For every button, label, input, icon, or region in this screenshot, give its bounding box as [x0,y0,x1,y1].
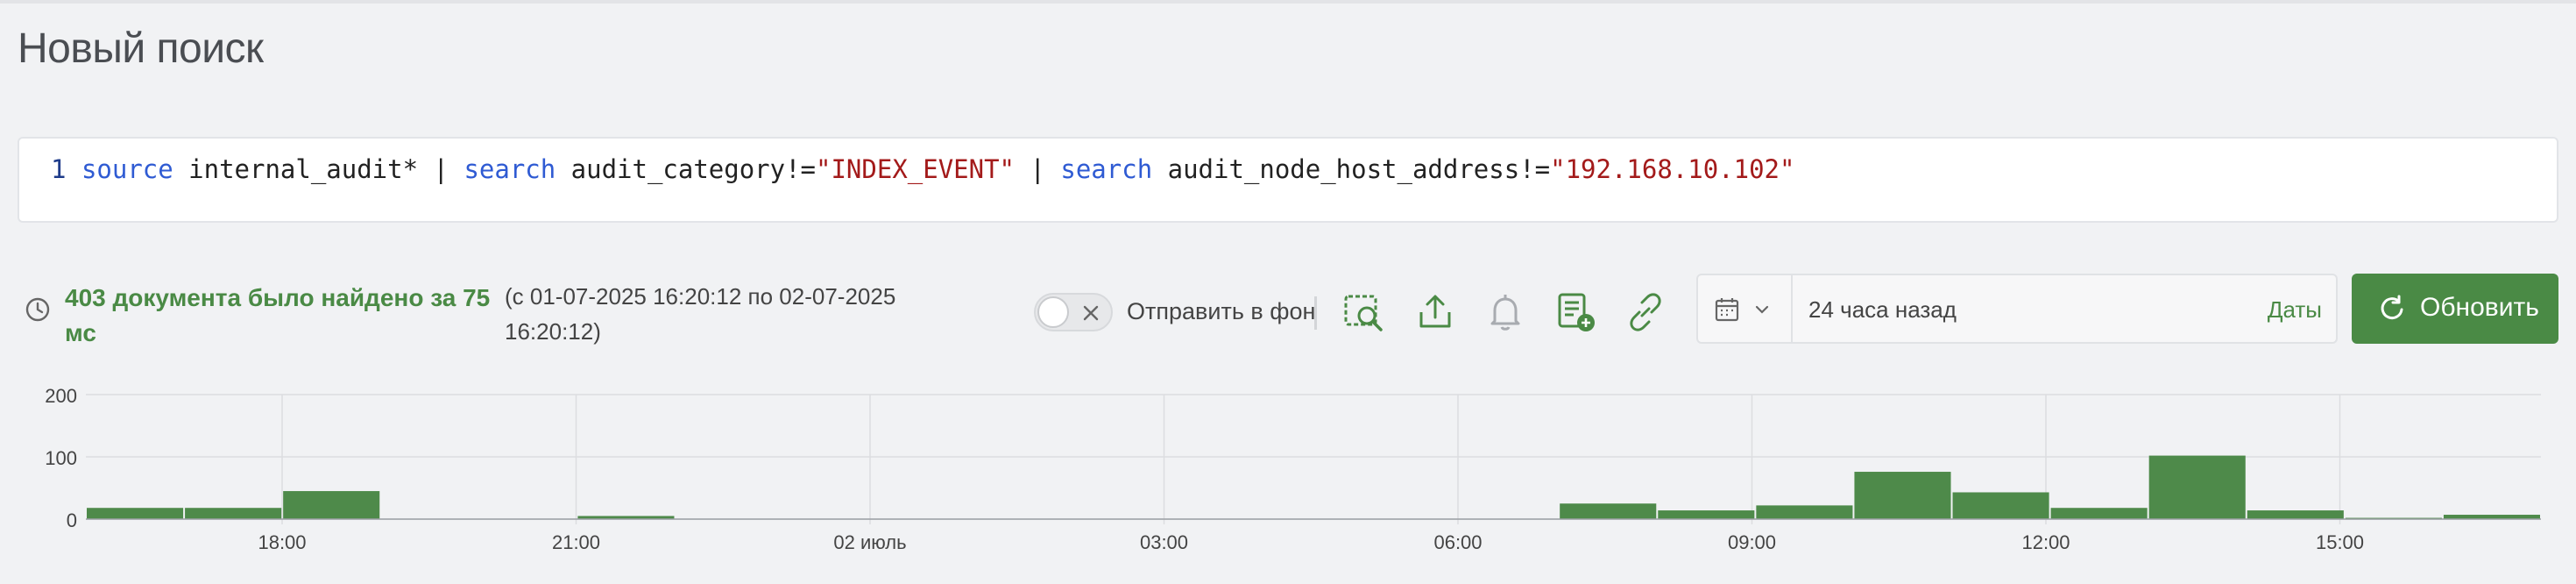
histogram-bar[interactable] [1756,505,1853,519]
calendar-icon [1715,298,1739,322]
share-icon[interactable] [1412,289,1458,335]
x-tick-label: 06:00 [1433,531,1482,553]
x-tick-label: 12:00 [2021,531,2070,553]
background-toggle-label: Отправить в фон [1127,298,1316,324]
query-token-field-1: audit_category!= [556,154,817,184]
search-preview-icon[interactable] [1341,289,1386,335]
refresh-button-label: Обновить [2420,293,2539,322]
histogram-bar[interactable] [1854,472,1951,519]
y-tick-label: 0 [67,509,77,531]
x-tick-label: 18:00 [258,531,306,553]
query-token-search-2: search [1060,154,1153,184]
date-range-picker[interactable]: 24 часа назад Даты [1696,274,2338,344]
histogram-bar[interactable] [1658,510,1755,519]
add-report-icon[interactable] [1553,289,1598,335]
link-icon[interactable] [1623,289,1668,335]
histogram-bar[interactable] [185,508,282,519]
query-token-index: internal_audit* | [173,154,464,184]
x-tick-label: 03:00 [1140,531,1188,553]
toolbar-divider [1314,296,1317,330]
chevron-down-icon [1755,305,1769,314]
calendar-button[interactable] [1698,275,1793,342]
histogram-bar[interactable] [87,508,184,519]
results-time-range: (с 01-07-2025 16:20:12 по 02-07-2025 16:… [505,283,896,345]
query-token-value-1: "INDEX_EVENT" [816,154,1015,184]
page-title: Новый поиск [18,25,264,72]
query-token-pipe: | [1015,154,1061,184]
top-border [0,0,2576,4]
clock-icon [25,297,50,322]
date-range-value[interactable]: 24 часа назад [1808,296,1957,324]
refresh-button[interactable]: Обновить [2352,274,2558,344]
background-toggle[interactable] [1034,293,1113,331]
toggle-knob [1037,296,1069,328]
query-editor[interactable]: 1 source internal_audit* | search audit_… [18,137,2558,223]
histogram-bar[interactable] [1952,492,2049,519]
y-tick-label: 100 [45,447,77,469]
bell-icon[interactable] [1483,289,1528,335]
x-tick-label: 15:00 [2316,531,2364,553]
line-number: 1 [51,154,67,184]
histogram-bar[interactable] [1560,503,1657,519]
x-tick-label: 09:00 [1728,531,1776,553]
query-line[interactable]: 1 source internal_audit* | search audit_… [51,154,1794,184]
histogram-bar[interactable] [283,491,380,519]
query-token-source: source [81,154,173,184]
y-tick-label: 200 [45,385,77,407]
dates-link[interactable]: Даты [2268,296,2322,324]
results-count: 403 документа было найдено за 75 мс [65,284,491,346]
histogram-bar[interactable] [2050,508,2148,519]
x-tick-label: 21:00 [552,531,600,553]
close-icon [1083,305,1099,321]
histogram-bar[interactable] [2247,510,2344,519]
histogram-bar[interactable] [2148,455,2246,519]
query-token-search-1: search [464,154,556,184]
histogram-chart[interactable]: 200 100 0 18:00 21:00 02 июль 03:00 06:00 09:00 1… [0,377,2576,584]
query-token-value-2: "192.168.10.102" [1550,154,1795,184]
x-tick-label: 02 июль [833,531,906,553]
refresh-icon [2381,295,2403,320]
query-token-field-2: audit_node_host_address!= [1152,154,1551,184]
